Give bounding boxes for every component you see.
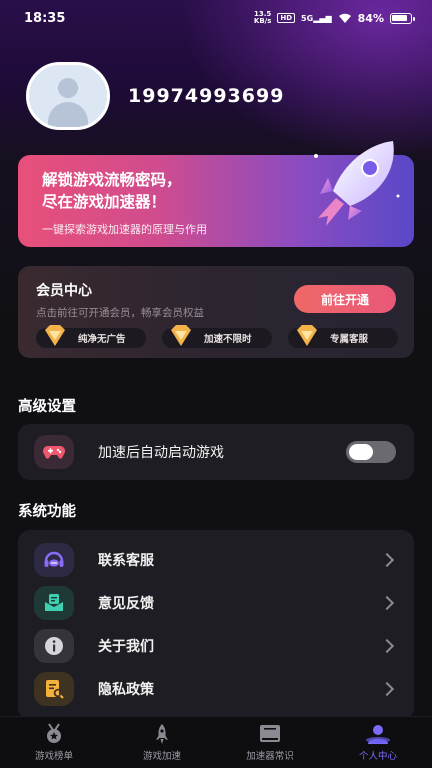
battery-icon — [390, 12, 415, 24]
open-vip-button[interactable]: 前往开通 — [294, 285, 396, 313]
chevron-right-icon — [379, 681, 395, 697]
menu-item-label: 意见反馈 — [98, 596, 154, 612]
tab-label: 游戏榜单 — [34, 751, 73, 762]
bottom-tab-bar: 游戏榜单 游戏加速 加速器常识 个人中心 — [0, 716, 432, 768]
user-icon — [366, 725, 390, 744]
network-speed: 13.5 KB/s — [254, 11, 271, 25]
menu-item-customer-service[interactable]: 联系客服 — [18, 539, 414, 581]
battery-percent: 84% — [357, 11, 384, 25]
info-icon — [34, 629, 74, 663]
profile-header[interactable]: 19974993699 — [26, 62, 284, 130]
perk-label: 专属客服 — [330, 334, 369, 345]
promo-title-line2: 尽在游戏加速器！ — [42, 193, 167, 211]
menu-item-feedback[interactable]: 意见反馈 — [18, 582, 414, 624]
perk-unlimited-speed: 加速不限时 — [162, 325, 272, 348]
system-functions-card: 联系客服 意见反馈 关于我们 隐私政策 — [18, 530, 414, 720]
feedback-icon — [34, 586, 74, 620]
rocket-icon — [156, 724, 168, 744]
hd-badge: HD — [277, 13, 296, 23]
signal-icon: 5G▂▄▆ — [301, 13, 332, 23]
auto-launch-label: 加速后自动启动游戏 — [98, 445, 224, 461]
system-functions-title: 系统功能 — [18, 504, 76, 520]
perk-label: 纯净无广告 — [78, 334, 126, 345]
wifi-icon — [338, 13, 351, 23]
auto-launch-row[interactable]: 加速后自动启动游戏 — [18, 431, 414, 473]
tab-label: 加速器常识 — [246, 751, 294, 762]
status-bar: 18:35 13.5 KB/s HD 5G▂▄▆ 84% — [0, 0, 432, 36]
vip-perks: 纯净无广告 加速不限时 专属客服 — [36, 325, 398, 348]
vip-title: 会员中心 — [36, 283, 92, 299]
menu-item-label: 隐私政策 — [98, 682, 154, 698]
gamepad-icon — [34, 435, 74, 469]
privacy-document-icon — [34, 672, 74, 706]
menu-item-privacy-policy[interactable]: 隐私政策 — [18, 668, 414, 710]
promo-title-line1: 解锁游戏流畅密码， — [42, 171, 182, 189]
chevron-right-icon — [379, 638, 395, 654]
promo-subtitle: 一键探索游戏加速器的原理与作用 — [42, 223, 207, 236]
user-phone-number: 19974993699 — [128, 85, 285, 107]
book-icon — [260, 725, 280, 742]
vip-subtitle: 点击前往可开通会员，畅享会员权益 — [36, 307, 204, 319]
diamond-icon — [171, 325, 191, 346]
chevron-right-icon — [379, 595, 395, 611]
headset-icon — [34, 543, 74, 577]
perk-label: 加速不限时 — [204, 334, 252, 345]
diamond-icon — [45, 325, 65, 346]
advanced-settings-title: 高级设置 — [18, 399, 76, 415]
medal-icon — [47, 723, 61, 743]
perk-no-ads: 纯净无广告 — [36, 325, 146, 348]
tab-label: 游戏加速 — [142, 751, 181, 762]
tab-game-acceleration[interactable]: 游戏加速 — [108, 717, 216, 768]
tab-label: 个人中心 — [358, 751, 397, 762]
tab-accelerator-knowledge[interactable]: 加速器常识 — [216, 717, 324, 768]
menu-item-about-us[interactable]: 关于我们 — [18, 625, 414, 667]
auto-launch-toggle[interactable] — [346, 441, 396, 463]
network-speed-unit: KB/s — [253, 17, 272, 25]
tab-game-rankings[interactable]: 游戏榜单 — [0, 717, 108, 768]
network-type: 5G — [301, 13, 314, 23]
menu-item-label: 关于我们 — [98, 639, 154, 655]
tab-personal-center[interactable]: 个人中心 — [324, 717, 432, 768]
diamond-icon — [297, 325, 317, 346]
chevron-right-icon — [379, 552, 395, 568]
perk-exclusive-service: 专属客服 — [288, 325, 398, 348]
advanced-settings-card: 加速后自动启动游戏 — [18, 424, 414, 480]
menu-item-label: 联系客服 — [98, 553, 154, 569]
promo-title: 解锁游戏流畅密码， 尽在游戏加速器！ — [42, 169, 182, 213]
rocket-illustration — [314, 141, 400, 226]
vip-center-card[interactable]: 会员中心 点击前往可开通会员，畅享会员权益 前往开通 纯净无广告 加速不限时 专… — [18, 266, 414, 358]
avatar[interactable] — [26, 62, 110, 130]
status-time: 18:35 — [24, 10, 66, 26]
